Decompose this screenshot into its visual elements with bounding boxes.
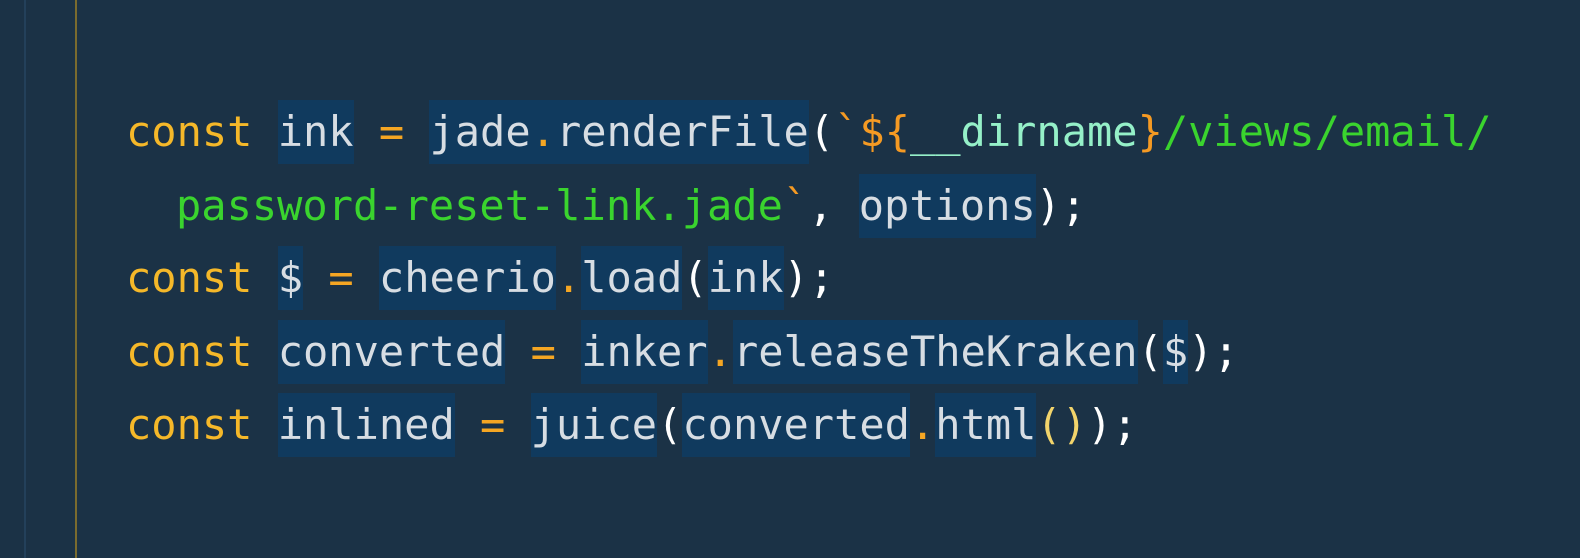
code-token: const — [126, 107, 253, 156]
code-line[interactable]: password-reset-link.jade`, options); — [176, 174, 1086, 238]
code-token: cheerio — [378, 246, 556, 310]
code-token: () — [1036, 400, 1087, 449]
code-token: = — [480, 400, 506, 449]
code-token: const — [126, 400, 253, 449]
code-token: const — [126, 327, 253, 376]
code-token: ( — [657, 400, 683, 449]
code-token: inlined — [277, 393, 455, 457]
code-token: , — [808, 181, 859, 230]
code-token: = — [378, 107, 405, 156]
code-token: const — [126, 253, 253, 302]
code-token: html — [935, 393, 1037, 457]
code-token: . — [555, 253, 582, 302]
code-token: converted — [277, 320, 506, 384]
code-token: options — [858, 174, 1036, 238]
code-token: jade — [429, 100, 531, 164]
code-token: $ — [277, 246, 304, 310]
code-token: ( — [808, 107, 835, 156]
code-token: inker — [581, 320, 708, 384]
code-token: ( — [682, 253, 708, 302]
code-line[interactable]: const converted = inker.releaseTheKraken… — [126, 320, 1239, 384]
code-token: converted — [682, 393, 910, 457]
code-token: = — [328, 253, 354, 302]
code-token: $ — [1162, 320, 1189, 384]
code-line[interactable]: const $ = cheerio.load(ink); — [126, 246, 834, 310]
code-token: ); — [1086, 400, 1138, 449]
code-line[interactable]: const ink = jade.renderFile(`${__dirname… — [126, 100, 1492, 164]
code-token: renderFile — [555, 100, 809, 164]
code-token: ); — [1035, 181, 1087, 230]
code-token: } — [1137, 107, 1163, 156]
code-line[interactable]: const inlined = juice(converted.html()); — [126, 393, 1138, 457]
code-token: __dirname — [909, 107, 1138, 156]
code-token: ink — [277, 100, 354, 164]
code-token: . — [530, 100, 556, 164]
code-token: ); — [1188, 327, 1239, 376]
code-token: load — [581, 246, 683, 310]
gutter-border — [24, 0, 26, 558]
code-token: releaseTheKraken — [732, 320, 1138, 384]
code-token: ` — [782, 181, 809, 230]
code-editor[interactable]: const ink = jade.renderFile(`${__dirname… — [0, 0, 1580, 558]
code-token: juice — [530, 393, 658, 457]
code-token: ${ — [859, 107, 910, 156]
code-token: ` — [834, 107, 860, 156]
code-token: ); — [783, 253, 835, 302]
code-token: = — [530, 327, 556, 376]
code-token: . — [707, 327, 733, 376]
code-token: ( — [1137, 327, 1163, 376]
code-token: . — [909, 400, 936, 449]
code-token: ink — [707, 246, 784, 310]
indent-guide — [75, 0, 77, 558]
code-token: /views/email/ — [1162, 107, 1492, 156]
code-token: password-reset-link.jade — [176, 181, 783, 230]
